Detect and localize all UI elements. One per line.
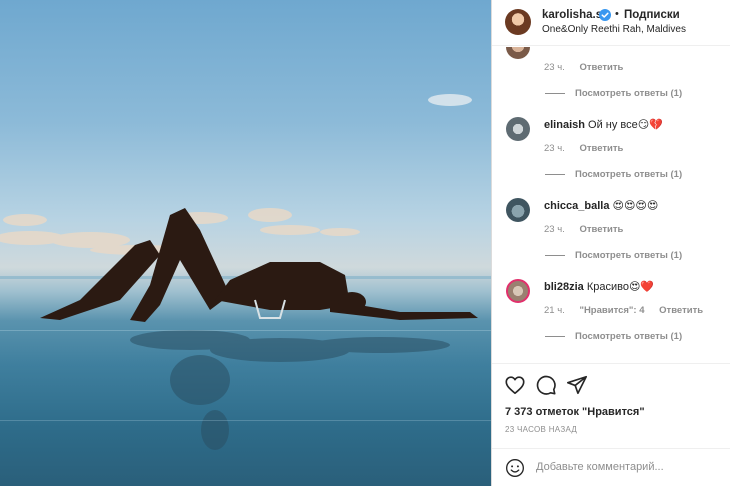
comment-time: 21 ч. [544, 305, 565, 316]
view-replies-label: Посмотреть ответы (1) [575, 88, 683, 99]
comment-text: Красиво😍❤️ [586, 281, 655, 293]
comments-list[interactable]: 23 ч. Ответить Посмотреть ответы (1) eli… [492, 47, 730, 363]
share-icon[interactable] [566, 374, 588, 396]
comment-meta: 23 ч. Ответить [544, 143, 635, 154]
comment-avatar[interactable] [506, 198, 530, 222]
replies-divider [545, 254, 565, 256]
likes-count[interactable]: 7 373 отметок "Нравится" [505, 406, 645, 418]
heart-icon[interactable] [504, 374, 526, 396]
comment-avatar[interactable] [506, 47, 530, 59]
view-replies-label: Посмотреть ответы (1) [575, 169, 683, 180]
add-comment-bar: Добавьте комментарий... [492, 448, 730, 486]
view-replies-button[interactable]: Посмотреть ответы (1) [545, 250, 682, 261]
post-time[interactable]: 23 ЧАСОВ НАЗАД [505, 425, 577, 434]
photo-illustration [0, 94, 491, 450]
comment-meta: 21 ч. "Нравится": 4 Ответить [544, 305, 715, 316]
comment-time: 23 ч. [544, 143, 565, 154]
comment-time: 23 ч. [544, 224, 565, 235]
post-photo[interactable] [0, 0, 491, 486]
following-button[interactable]: Подписки [624, 9, 680, 21]
comment-avatar[interactable] [506, 279, 530, 303]
post-header: karolisha.s • Подписки One&Only Reethi R… [492, 0, 730, 46]
comment-username[interactable]: bli28zia [544, 281, 584, 293]
reply-button[interactable]: Ответить [579, 143, 623, 154]
comment-text: Ой ну все😏💔 [588, 119, 663, 131]
post-actions: 7 373 отметок "Нравится" 23 ЧАСОВ НАЗАД [492, 363, 730, 447]
comment-text: 😍😍😍😍 [612, 200, 659, 212]
comment-meta: 23 ч. Ответить [544, 224, 635, 235]
verified-badge-icon [599, 9, 611, 21]
emoji-icon[interactable] [505, 458, 525, 478]
comment-body: chicca_balla 😍😍😍😍 [544, 199, 658, 212]
comment-username[interactable]: elinaish [544, 119, 585, 131]
view-replies-label: Посмотреть ответы (1) [575, 331, 683, 342]
comment-body: elinaish Ой ну все😏💔 [544, 118, 663, 131]
reply-button[interactable]: Ответить [579, 62, 623, 73]
author-username[interactable]: karolisha.s [542, 9, 602, 21]
comment-likes-count[interactable]: "Нравится": 4 [579, 305, 644, 316]
reply-button[interactable]: Ответить [579, 224, 623, 235]
reply-button[interactable]: Ответить [659, 305, 703, 316]
comment-input[interactable]: Добавьте комментарий... [536, 461, 664, 473]
view-replies-button[interactable]: Посмотреть ответы (1) [545, 169, 682, 180]
replies-divider [545, 335, 565, 337]
view-replies-button[interactable]: Посмотреть ответы (1) [545, 331, 682, 342]
post-location[interactable]: One&Only Reethi Rah, Maldives [542, 24, 686, 35]
replies-divider [545, 173, 565, 175]
comment-time: 23 ч. [544, 62, 565, 73]
view-replies-button[interactable]: Посмотреть ответы (1) [545, 88, 682, 99]
post-sidebar: karolisha.s • Подписки One&Only Reethi R… [491, 0, 730, 486]
comment-icon[interactable] [535, 374, 557, 396]
view-replies-label: Посмотреть ответы (1) [575, 250, 683, 261]
author-avatar[interactable] [505, 9, 531, 35]
comment-username[interactable]: chicca_balla [544, 200, 609, 212]
comment-body: bli28zia Красиво😍❤️ [544, 280, 654, 293]
comment-avatar[interactable] [506, 117, 530, 141]
replies-divider [545, 92, 565, 94]
header-separator: • [615, 8, 619, 20]
comment-meta: 23 ч. Ответить [544, 62, 635, 73]
